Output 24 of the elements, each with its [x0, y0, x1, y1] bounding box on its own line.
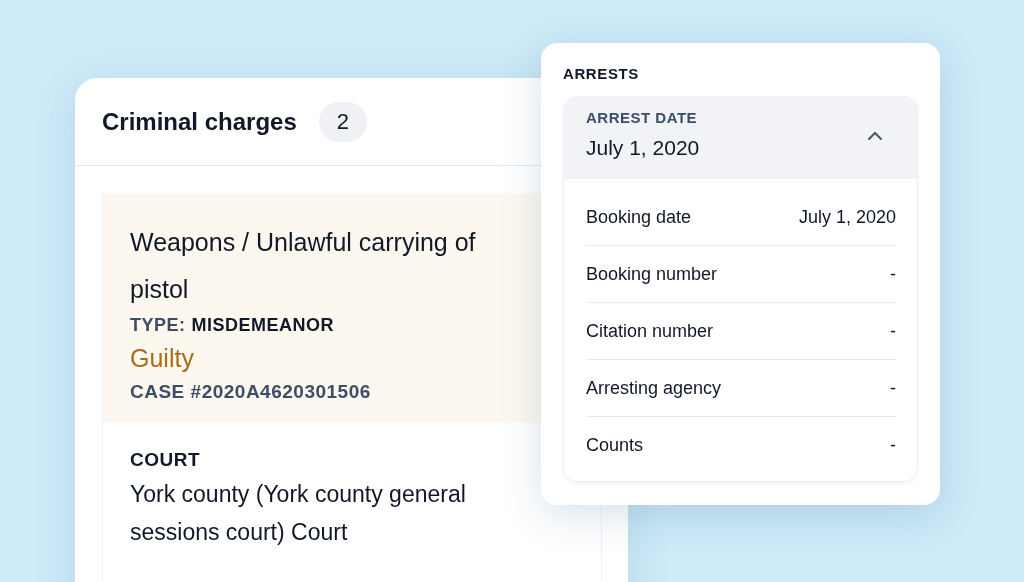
count-badge: 2	[318, 101, 367, 142]
case-number: CASE #2020A4620301506	[130, 381, 372, 403]
detail-label: Booking date	[586, 206, 692, 228]
detail-value: July 1, 2020	[798, 206, 896, 228]
date-value: July 1, 2020	[586, 136, 700, 160]
detail-value: -	[890, 377, 896, 399]
accordion-header[interactable]: ARREST DATE July 1, 2020	[564, 97, 917, 179]
detail-label: Booking number	[586, 263, 718, 285]
court-label: COURT	[130, 449, 202, 471]
type-label: TYPE:	[130, 315, 186, 336]
section-title: ARRESTS	[563, 65, 640, 82]
date-label: ARREST DATE	[586, 109, 699, 126]
detail-label: Citation number	[586, 320, 714, 342]
detail-label: Arresting agency	[586, 377, 722, 399]
detail-label: Counts	[586, 434, 644, 456]
detail-value: -	[890, 434, 896, 456]
type-value: MISDEMEANOR	[191, 315, 335, 336]
detail-value: -	[890, 320, 896, 342]
card-title: Criminal charges	[102, 107, 297, 136]
charge-title: Weapons / Unlawful carrying of pistol	[130, 227, 477, 305]
detail-value: -	[890, 263, 896, 285]
chevron-icon[interactable]	[867, 131, 883, 141]
verdict-text: Guilty	[130, 344, 195, 373]
court-value: York county (York county general sessions court) Court	[130, 480, 467, 547]
